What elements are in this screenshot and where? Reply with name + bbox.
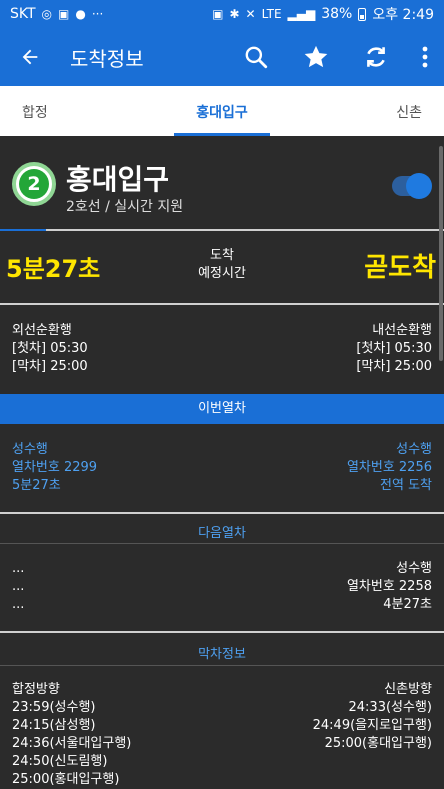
direction-left: 외선순환행 [첫차] 05:30 [막차] 25:00 (12, 322, 88, 376)
star-icon (304, 45, 328, 68)
divider-next-train (0, 631, 444, 633)
direction-right-first: [첫차] 05:30 (356, 341, 432, 356)
direction-right-title: 내선순환행 (372, 323, 432, 338)
current-left-status: 5분27초 (12, 478, 61, 493)
last-train-right: 신촌방향 24:33(성수행) 24:49(을지로입구행) 25:00(홍대입구… (313, 681, 432, 753)
scrollbar[interactable] (439, 146, 443, 361)
direction-right: 내선순환행 [첫차] 05:30 [막차] 25:00 (356, 322, 432, 376)
next-left-line1: ... (12, 561, 25, 576)
app-bar: 도착정보 (0, 28, 444, 86)
current-right-number: 열차번호 2256 (346, 460, 432, 475)
arrival-status-right: 곧도착 (364, 253, 436, 283)
next-right-number: 열차번호 2258 (346, 579, 432, 594)
last-right-item: 24:33(성수행) (348, 700, 433, 715)
current-left-number: 열차번호 2299 (12, 460, 98, 475)
last-left-item: 24:50(신도림행) (12, 754, 108, 769)
next-train-right[interactable]: 성수행 열차번호 2258 4분27초 (347, 560, 432, 614)
lte-icon: LTE (261, 7, 282, 21)
page-title: 도착정보 (70, 46, 144, 71)
direction-left-last: [막차] 25:00 (12, 359, 88, 374)
more-menu-button[interactable] (406, 28, 444, 86)
realtime-toggle[interactable] (392, 173, 432, 199)
next-right-status: 4분27초 (383, 597, 432, 612)
signal-icon: ▂▄▆ (287, 7, 316, 21)
search-icon (245, 46, 268, 69)
mute-icon: ✕ (245, 7, 256, 21)
message-icon: ● (75, 7, 86, 21)
section-current-train: 이번열차 (0, 394, 444, 424)
next-right-dest: 성수행 (396, 561, 432, 576)
more-vert-icon (422, 46, 428, 68)
toggle-knob (406, 173, 432, 199)
next-left-line3: ... (12, 597, 25, 612)
current-right-dest: 성수행 (396, 442, 432, 457)
last-left-item: 24:36(서울대입구행) (12, 736, 132, 751)
last-right-title: 신촌방향 (384, 682, 432, 697)
last-train-left: 합정방향 23:59(성수행) 24:15(삼성행) 24:36(서울대입구행)… (12, 681, 131, 789)
divider-last-title (0, 665, 444, 666)
battery-percent: 38% (321, 6, 353, 22)
current-right-status: 전역 도착 (380, 478, 432, 493)
current-train-left[interactable]: 성수행 열차번호 2299 5분27초 (12, 441, 97, 495)
last-left-item: 24:15(삼성행) (12, 718, 96, 733)
search-button[interactable] (226, 28, 286, 86)
last-left-title: 합정방향 (12, 682, 60, 697)
divider-current-train (0, 512, 444, 514)
favorite-button[interactable] (286, 28, 346, 86)
refresh-button[interactable] (346, 28, 406, 86)
battery-icon (358, 7, 367, 21)
station-tabs: 합정 홍대입구 신촌 (0, 86, 444, 136)
current-train-right[interactable]: 성수행 열차번호 2256 전역 도착 (347, 441, 432, 495)
line-number: 2 (19, 169, 49, 199)
divider-next-title (0, 543, 444, 544)
bluetooth-icon: ✱ (229, 7, 240, 21)
tab-current-station[interactable]: 홍대입구 (0, 102, 444, 122)
refresh-icon (367, 47, 385, 67)
divider-arrival (0, 303, 444, 305)
next-left-line2: ... (12, 579, 25, 594)
station-subtitle: 2호선 / 실시간 지원 (66, 199, 184, 215)
station-header: 2 홍대입구 2호선 / 실시간 지원 (0, 136, 444, 231)
carrier-label: SKT (10, 6, 36, 22)
status-bar: SKT ◎ ▣ ● ··· ▣ ✱ ✕ LTE ▂▄▆ 38% 오후 2:49 (0, 0, 444, 28)
direction-right-last: [막차] 25:00 (356, 359, 432, 374)
lock-icon: ▣ (212, 7, 224, 21)
gallery-icon: ▣ (58, 7, 70, 21)
arrow-left-icon (22, 49, 38, 65)
more-notifications-icon: ··· (91, 7, 104, 21)
direction-left-first: [첫차] 05:30 (12, 341, 88, 356)
instagram-icon: ◎ (41, 7, 53, 21)
last-left-item: 25:00(홍대입구행) (12, 772, 120, 787)
next-train-left: ... ... ... (12, 560, 24, 614)
last-left-item: 23:59(성수행) (12, 700, 96, 715)
direction-left-title: 외선순환행 (12, 323, 72, 338)
last-right-item: 25:00(홍대입구행) (324, 736, 432, 751)
arrival-info: 5분27초 도착 예정시간 곧도착 (0, 231, 444, 303)
section-next-train: 다음열차 (198, 526, 246, 541)
back-button[interactable] (0, 28, 60, 86)
station-name: 홍대입구 (66, 163, 170, 196)
current-left-dest: 성수행 (12, 442, 48, 457)
arrival-content: 2 홍대입구 2호선 / 실시간 지원 5분27초 도착 예정시간 곧도착 외선… (0, 136, 444, 789)
clock: 오후 2:49 (372, 7, 434, 23)
line-badge: 2 (12, 162, 56, 206)
section-last-train: 막차정보 (198, 647, 246, 662)
last-right-item: 24:49(을지로입구행) (312, 718, 432, 733)
tab-next-station[interactable]: 신촌 (396, 102, 422, 122)
